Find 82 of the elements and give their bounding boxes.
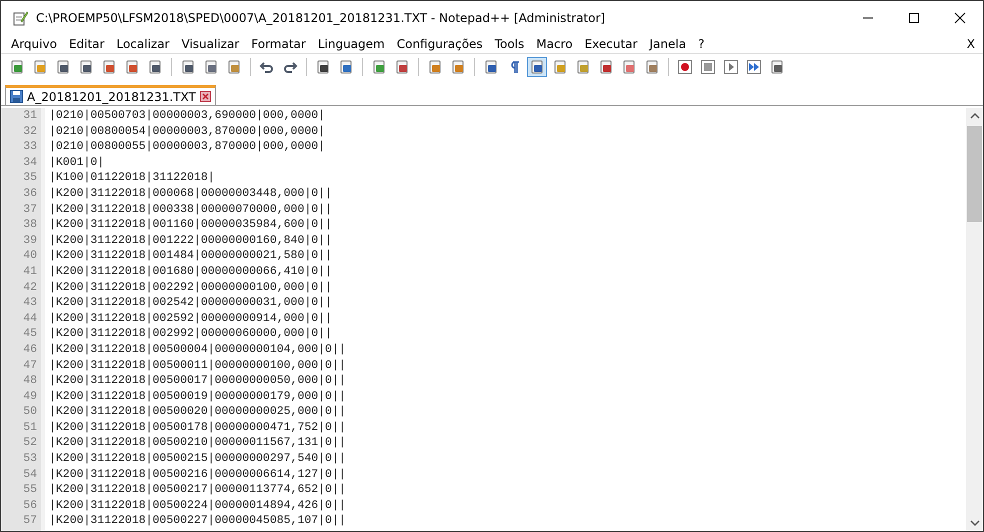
code-line: |K200|31122018|00500004|00000000104,000|0|| <box>49 342 346 356</box>
menu-item[interactable]: Macro <box>536 36 573 50</box>
code-line: |K200|31122018|002292|00000000100,000|0|| <box>49 280 332 294</box>
menu-item[interactable]: Executar <box>584 36 638 50</box>
code-line: |K200|31122018|000068|00000003448,000|0|| <box>49 186 332 200</box>
code-line: |K200|31122018|00500019|00000000179,000|0|| <box>49 390 346 403</box>
close-icon[interactable] <box>954 12 966 24</box>
menu-item[interactable]: Configurações <box>396 36 483 50</box>
close-tab-icon[interactable] <box>200 91 211 102</box>
line-number: 48 <box>22 373 37 389</box>
line-number: 43 <box>22 295 37 311</box>
code-line: |K200|31122018|001484|00000000021,580|0|| <box>49 249 332 262</box>
code-line: |K200|31122018|00500011|00000000100,000|0|| <box>49 358 346 372</box>
code-line: |K100|01122018|31122018| <box>49 171 215 184</box>
code-line: |K200|31122018|000338|00000070000,000|0|| <box>49 202 332 216</box>
stop-icon <box>700 58 716 74</box>
code-line: |K200|31122018|002542|00000000031,000|0|| <box>49 296 332 310</box>
line-number: 50 <box>22 404 37 420</box>
code-line: |0210|00500703|00000003,690000|000,0000| <box>49 109 326 122</box>
line-number: 45 <box>22 326 37 342</box>
line-number: 33 <box>22 139 37 155</box>
code-line: |K200|31122018|00500020|00000000025,000|0|| <box>49 405 346 418</box>
code-line: |K001|0| <box>49 156 104 169</box>
line-number: 56 <box>22 498 37 514</box>
line-number: 40 <box>22 248 37 264</box>
line-number: 51 <box>22 420 37 436</box>
vertical-scrollbar[interactable] <box>966 108 983 531</box>
line-number: 32 <box>22 124 37 140</box>
line-number: 44 <box>22 310 37 326</box>
code-line: |K200|31122018|002992|00000060000,000|0|| <box>49 327 332 340</box>
toolbar-button[interactable] <box>527 56 547 76</box>
code-line: |K200|31122018|002592|00000000914,000|0|| <box>49 312 332 325</box>
line-number: 42 <box>22 280 37 296</box>
code-line: |K200|31122018|00500216|00000006614,127|0|| <box>49 468 346 481</box>
code-line: |K200|31122018|00500017|00000000050,000|0|| <box>49 374 346 388</box>
maximize-icon[interactable] <box>908 12 920 24</box>
line-number: 57 <box>22 513 37 530</box>
menu-item[interactable]: Localizar <box>116 36 170 50</box>
menu-item[interactable]: Arquivo <box>11 36 57 50</box>
window-title: C:\PROEMP50\LFSM2018\SPED\0007\A_20181201_20181231.TXT - Notepad++ [Administrator] <box>36 10 606 24</box>
line-number: 36 <box>22 186 37 202</box>
play-multiple-icon <box>746 58 762 74</box>
line-number: 41 <box>22 264 37 280</box>
scroll-down-icon[interactable] <box>970 519 980 527</box>
menu-item[interactable]: Linguagem <box>318 36 385 50</box>
code-line: |K200|31122018|001680|00000000066,410|0|| <box>49 264 332 278</box>
line-number: 35 <box>22 170 37 186</box>
line-number: 53 <box>22 451 37 467</box>
notepad-icon <box>12 10 28 26</box>
code-line: |K200|31122018|00500224|00000014894,426|0|| <box>49 498 346 512</box>
code-line: |K200|31122018|00500227|00000045085,107|0|| <box>49 514 346 528</box>
line-number: 55 <box>22 482 37 498</box>
line-number: 37 <box>22 202 37 218</box>
line-number: 34 <box>22 154 37 170</box>
menu-item[interactable]: Tools <box>494 36 524 50</box>
menu-item[interactable]: ? <box>698 36 704 50</box>
line-number: 54 <box>22 466 37 482</box>
code-line: |K200|31122018|001222|00000000160,840|0|| <box>49 234 332 247</box>
line-number: 31 <box>22 108 37 124</box>
code-line: |K200|31122018|00500178|00000000471,752|0|| <box>49 420 346 434</box>
line-number: 38 <box>22 217 37 233</box>
play-icon <box>723 58 739 74</box>
code-line: |K200|31122018|001160|00000035984,600|0|| <box>49 218 332 232</box>
code-line: |0210|00800055|00000003,870000|000,0000| <box>49 140 326 154</box>
line-number: 49 <box>22 388 37 404</box>
document-tab[interactable]: A_20181201_20181231.TXT <box>5 85 216 105</box>
menu-item[interactable]: Visualizar <box>182 36 240 50</box>
line-number: 39 <box>22 232 37 248</box>
line-number: 47 <box>22 358 37 374</box>
code-line: |K200|31122018|00500210|00000011567,131|0|| <box>49 436 346 450</box>
menu-item[interactable]: Formatar <box>251 36 306 50</box>
close-document-button[interactable]: X <box>966 36 983 50</box>
menu-item[interactable]: Janela <box>649 36 686 50</box>
code-line: |K200|31122018|00500217|00000113774,652|0|| <box>49 483 346 496</box>
scrollbar-thumb[interactable] <box>967 126 982 222</box>
line-number: 46 <box>22 342 37 358</box>
menu-item[interactable]: Editar <box>68 36 104 50</box>
code-line: |0210|00800054|00000003,870000|000,0000| <box>49 124 326 138</box>
scroll-up-icon[interactable] <box>970 112 980 120</box>
record-icon <box>677 58 693 74</box>
code-line: |K200|31122018|00500215|00000000297,540|0|| <box>49 452 346 466</box>
line-number: 52 <box>22 435 37 452</box>
